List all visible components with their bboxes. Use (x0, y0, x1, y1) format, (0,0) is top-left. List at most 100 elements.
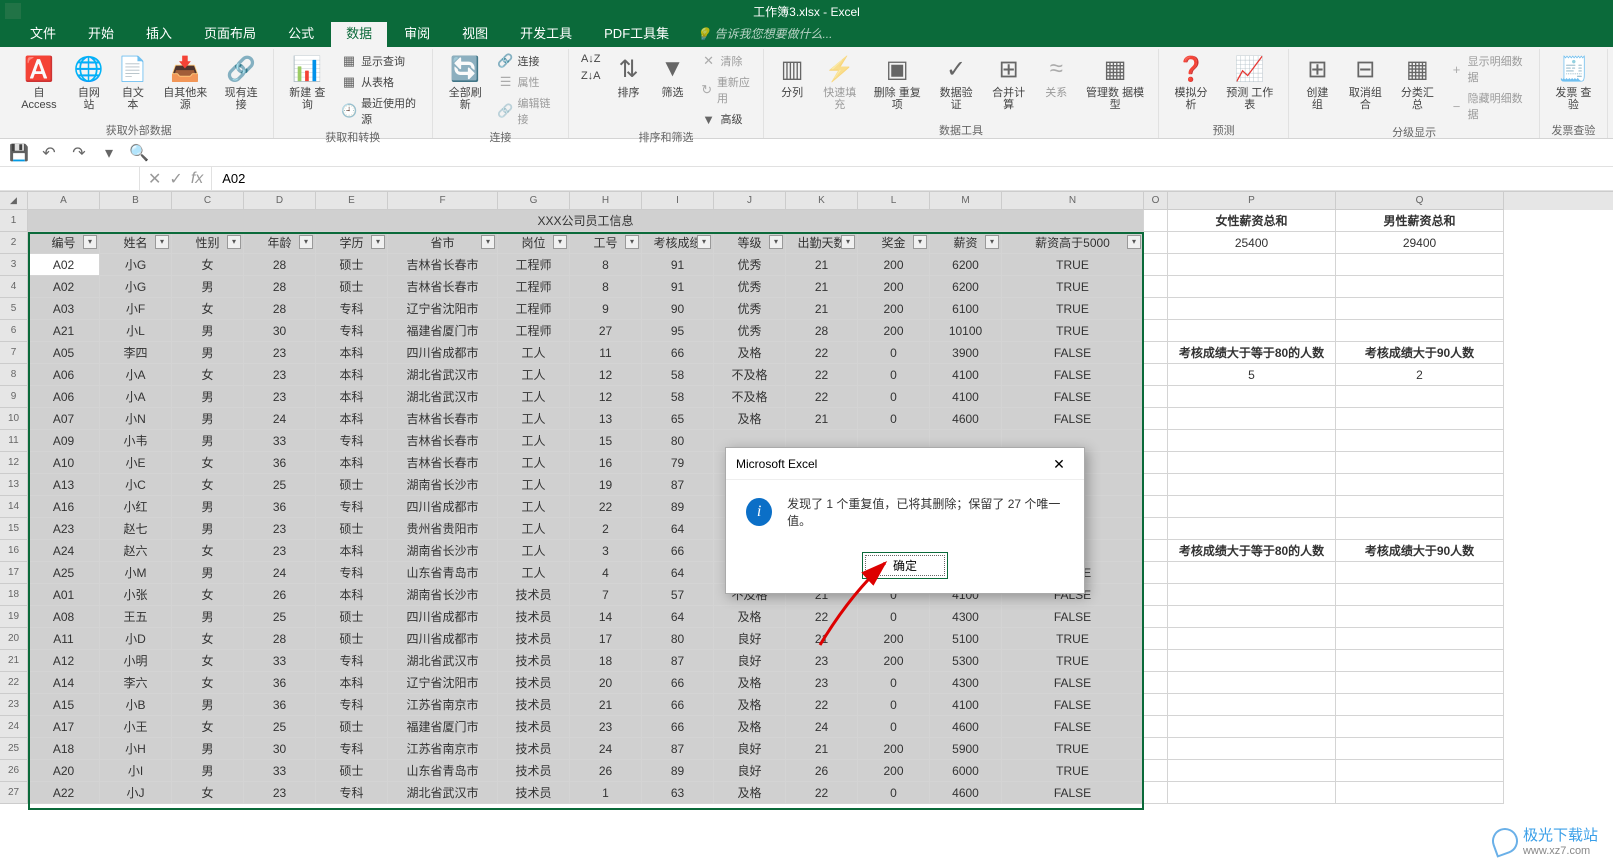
cell[interactable] (1144, 716, 1168, 738)
cell[interactable] (1144, 298, 1168, 320)
sort-button[interactable]: ⇅排序 (609, 51, 649, 101)
filter-dropdown-icon[interactable]: ▾ (553, 235, 567, 249)
row-header[interactable]: 26 (0, 760, 28, 782)
data-cell[interactable]: 28 (244, 628, 316, 650)
data-cell[interactable]: 小A (100, 364, 172, 386)
data-cell[interactable]: 李六 (100, 672, 172, 694)
data-cell[interactable]: 男 (172, 760, 244, 782)
col-header[interactable]: M (930, 192, 1002, 210)
cell[interactable]: 考核成绩大于90人数 (1336, 540, 1504, 562)
data-cell[interactable]: FALSE (1002, 672, 1144, 694)
cell[interactable] (1144, 760, 1168, 782)
filter-dropdown-icon[interactable]: ▾ (299, 235, 313, 249)
ungroup-button[interactable]: ⊟取消组合 (1341, 51, 1389, 113)
data-cell[interactable]: A08 (28, 606, 100, 628)
data-cell[interactable]: 64 (642, 606, 714, 628)
data-cell[interactable]: 女 (172, 650, 244, 672)
data-cell[interactable]: 36 (244, 452, 316, 474)
cell[interactable] (1144, 584, 1168, 606)
data-cell[interactable]: 硕士 (316, 716, 388, 738)
data-cell[interactable]: 技术员 (498, 782, 570, 804)
column-header-cell[interactable]: 出勤天数▾ (786, 232, 858, 254)
data-cell[interactable]: 23 (570, 716, 642, 738)
data-cell[interactable]: 男 (172, 606, 244, 628)
data-cell[interactable]: 66 (642, 540, 714, 562)
data-cell[interactable]: 良好 (714, 738, 786, 760)
data-cell[interactable]: FALSE (1002, 694, 1144, 716)
data-cell[interactable]: A20 (28, 760, 100, 782)
whatif-button[interactable]: ❓模拟分析 (1167, 51, 1215, 113)
data-cell[interactable]: 本科 (316, 364, 388, 386)
table-title-cell[interactable]: XXX公司员工信息 (28, 210, 1144, 232)
cell[interactable] (1144, 518, 1168, 540)
cell[interactable] (1336, 782, 1504, 804)
from-other-button[interactable]: 📥自其他来源 (157, 51, 214, 113)
data-cell[interactable]: 山东省青岛市 (388, 562, 498, 584)
data-cell[interactable]: 本科 (316, 386, 388, 408)
data-cell[interactable]: 工人 (498, 474, 570, 496)
tab-review[interactable]: 审阅 (389, 18, 445, 47)
data-cell[interactable]: 80 (642, 430, 714, 452)
col-header[interactable]: Q (1336, 192, 1504, 210)
cell[interactable] (1144, 562, 1168, 584)
data-cell[interactable]: 专科 (316, 650, 388, 672)
select-all-cell[interactable]: ◢ (0, 192, 28, 210)
clear-filter-button[interactable]: ✕清除 (697, 51, 756, 71)
data-cell[interactable]: TRUE (1002, 320, 1144, 342)
data-cell[interactable]: TRUE (1002, 650, 1144, 672)
data-cell[interactable]: 工人 (498, 496, 570, 518)
data-cell[interactable]: A14 (28, 672, 100, 694)
cell[interactable] (1336, 606, 1504, 628)
preview-icon[interactable]: 🔍 (130, 144, 148, 162)
data-cell[interactable]: 技术员 (498, 628, 570, 650)
data-cell[interactable]: 男 (172, 496, 244, 518)
consolidate-button[interactable]: ⊞合并计算 (985, 51, 1032, 113)
cell[interactable] (1168, 584, 1336, 606)
cell[interactable] (1144, 452, 1168, 474)
data-cell[interactable]: 23 (244, 782, 316, 804)
cell[interactable] (1144, 628, 1168, 650)
data-cell[interactable]: 18 (570, 650, 642, 672)
column-header-cell[interactable]: 编号▾ (28, 232, 100, 254)
data-cell[interactable]: 吉林省长春市 (388, 408, 498, 430)
data-cell[interactable]: 36 (244, 496, 316, 518)
undo-icon[interactable]: ↶ (40, 144, 58, 162)
filter-dropdown-icon[interactable]: ▾ (1127, 235, 1141, 249)
data-cell[interactable]: 技术员 (498, 584, 570, 606)
data-cell[interactable]: 湖南省长沙市 (388, 584, 498, 606)
data-cell[interactable]: 技术员 (498, 694, 570, 716)
data-cell[interactable]: 25 (244, 474, 316, 496)
cell[interactable] (1144, 606, 1168, 628)
column-header-cell[interactable]: 工号▾ (570, 232, 642, 254)
data-cell[interactable]: 不及格 (714, 386, 786, 408)
data-cell[interactable]: FALSE (1002, 606, 1144, 628)
row-header[interactable]: 24 (0, 716, 28, 738)
row-header[interactable]: 13 (0, 474, 28, 496)
cell[interactable] (1144, 474, 1168, 496)
data-cell[interactable]: 技术员 (498, 760, 570, 782)
data-cell[interactable]: 13 (570, 408, 642, 430)
data-cell[interactable]: TRUE (1002, 760, 1144, 782)
data-cell[interactable]: 小王 (100, 716, 172, 738)
data-cell[interactable]: 4300 (930, 606, 1002, 628)
data-cell[interactable]: 91 (642, 254, 714, 276)
row-header[interactable]: 27 (0, 782, 28, 804)
data-cell[interactable]: 22 (570, 496, 642, 518)
data-cell[interactable]: 福建省厦门市 (388, 320, 498, 342)
row-header[interactable]: 20 (0, 628, 28, 650)
data-cell[interactable]: A07 (28, 408, 100, 430)
data-cell[interactable]: 吉林省长春市 (388, 254, 498, 276)
data-cell[interactable]: 技术员 (498, 672, 570, 694)
cell[interactable] (1144, 342, 1168, 364)
existing-conn-button[interactable]: 🔗现有连接 (218, 51, 265, 113)
data-cell[interactable]: 23 (244, 342, 316, 364)
data-cell[interactable]: 33 (244, 760, 316, 782)
col-header[interactable]: P (1168, 192, 1336, 210)
row-header[interactable]: 3 (0, 254, 28, 276)
data-cell[interactable]: 工人 (498, 430, 570, 452)
cell[interactable] (1336, 518, 1504, 540)
cell[interactable] (1168, 738, 1336, 760)
filter-dropdown-icon[interactable]: ▾ (985, 235, 999, 249)
row-header[interactable]: 10 (0, 408, 28, 430)
cell[interactable] (1336, 474, 1504, 496)
